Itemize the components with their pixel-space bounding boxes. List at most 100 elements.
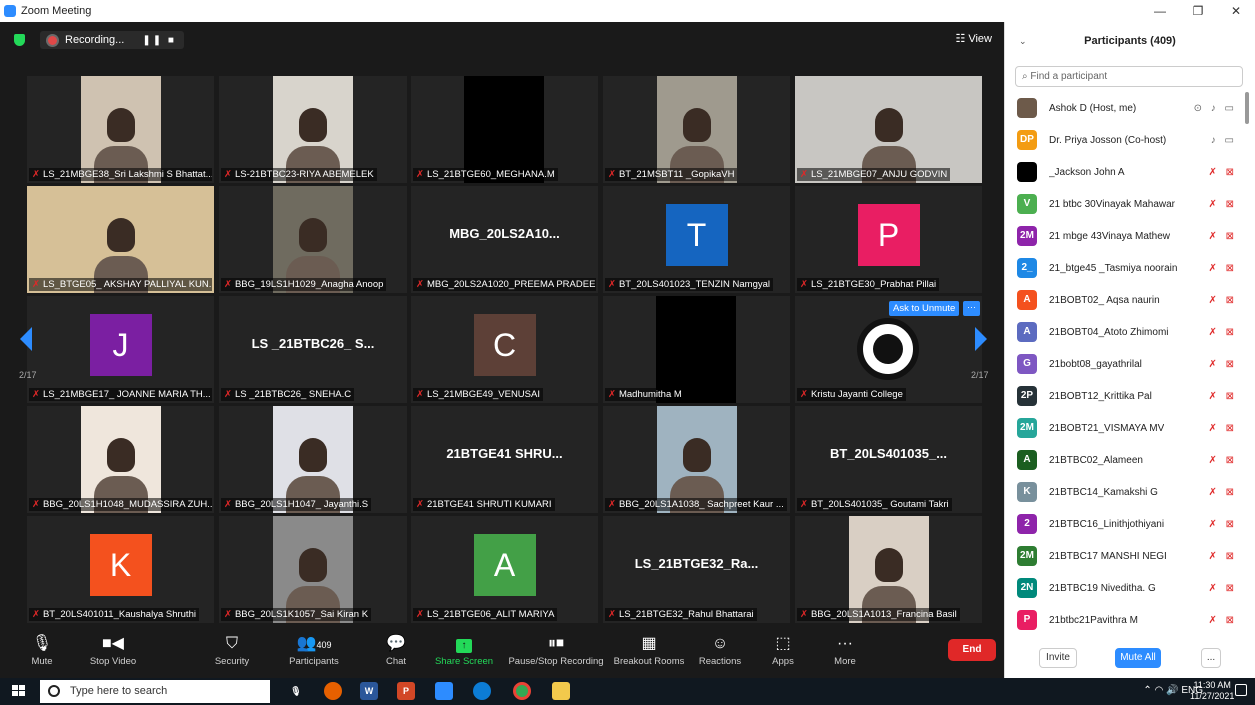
file-explorer-icon[interactable]	[552, 682, 570, 700]
participant-video-tile[interactable]: J ✗ LS_21MBGE17_ JOANNE MARIA TH...	[27, 296, 214, 403]
windows-start-icon[interactable]	[12, 685, 26, 698]
participant-video-tile[interactable]: ✗ BBG_20LS1A1013_Francina Basil	[795, 516, 982, 623]
chevron-down-icon[interactable]: ⌄	[1019, 22, 1027, 60]
participant-list-item[interactable]: 2M 21BTBC17 MANSHI NEGI ✗ ⊠	[1005, 540, 1245, 572]
participant-video-tile[interactable]: A ✗ LS_21BTGE06_ALIT MARIYA	[411, 516, 598, 623]
muted-mic-and-video-icon[interactable]: ✗ ⊠	[1208, 199, 1237, 210]
participant-video-tile[interactable]: C ✗ LS_21MBGE49_VENUSAI	[411, 296, 598, 403]
participant-list-item[interactable]: DP Dr. Priya Josson (Co-host) ♪ ▭	[1005, 124, 1245, 156]
participants-button[interactable]: 👥409 Participants	[285, 632, 343, 667]
participant-list-item[interactable]: 2N 21BTBC19 Niveditha. G ✗ ⊠	[1005, 572, 1245, 604]
participant-video-tile[interactable]: ✗ BBG_19LS1H1029_Anagha Anoop	[219, 186, 407, 293]
chat-button[interactable]: 💬 Chat	[382, 632, 410, 667]
mute-button[interactable]: 🎙 Mute	[28, 632, 56, 667]
microphone-tray-icon[interactable]: 🎙	[287, 682, 305, 700]
muted-mic-and-video-icon[interactable]: ✗ ⊠	[1208, 327, 1237, 338]
participant-list-item[interactable]: V 21 btbc 30Vinayak Mahawar ✗ ⊠	[1005, 188, 1245, 220]
participant-video-tile[interactable]: MBG_20LS2A10... ✗ MBG_20LS2A1020_PREEMA PR…	[411, 186, 598, 293]
prev-page-icon[interactable]	[20, 327, 32, 351]
reactions-button[interactable]: ☺ Reactions	[697, 632, 743, 667]
participant-video-tile[interactable]: ✗ LS_21MBGE07_ANJU GODVIN	[795, 76, 982, 183]
chrome-icon[interactable]	[513, 682, 531, 700]
invite-button[interactable]: Invite	[1039, 648, 1077, 668]
muted-mic-and-video-icon[interactable]: ✗ ⊠	[1208, 167, 1237, 178]
view-button[interactable]: ☷ View	[955, 32, 992, 45]
participant-video-tile[interactable]: BT_20LS401035_... ✗ BT_20LS401035_ Goutami…	[795, 406, 982, 513]
mic-and-video-icon[interactable]: ♪ ▭	[1211, 135, 1237, 146]
ask-to-unmute-button[interactable]: Ask to Unmute	[889, 301, 960, 316]
participant-video-tile[interactable]: K ✗ BT_20LS401011_Kaushalya Shruthi	[27, 516, 214, 623]
mic-and-video-icon[interactable]: ⊙ ♪ ▭	[1194, 103, 1237, 114]
participant-list-item[interactable]: 2M 21 mbge 43Vinaya Mathew ✗ ⊠	[1005, 220, 1245, 252]
participant-list-item[interactable]: A 21BOBT02_ Aqsa naurin ✗ ⊠	[1005, 284, 1245, 316]
muted-mic-and-video-icon[interactable]: ✗ ⊠	[1208, 455, 1237, 466]
share-screen-button[interactable]: ↑ Share Screen	[434, 632, 494, 667]
more-button[interactable]: ··· More	[830, 632, 860, 667]
participant-list-item[interactable]: A 21BTBC02_Alameen ✗ ⊠	[1005, 444, 1245, 476]
participant-video-tile[interactable]: LS _21BTBC26_ S... ✗ LS _21BTBC26_ SNEHA.C	[219, 296, 407, 403]
zoom-taskbar-icon[interactable]	[435, 682, 453, 700]
participant-list-item[interactable]: G 21bobt08_gayathrilal ✗ ⊠	[1005, 348, 1245, 380]
muted-mic-and-video-icon[interactable]: ✗ ⊠	[1208, 551, 1237, 562]
end-meeting-button[interactable]: End	[948, 639, 996, 661]
panel-more-button[interactable]: ...	[1201, 648, 1221, 668]
taskbar-clock[interactable]: 11:30 AM 11/27/2021	[1190, 680, 1234, 702]
security-button[interactable]: ⛉ Security	[212, 632, 252, 667]
mute-all-button[interactable]: Mute All	[1115, 648, 1161, 668]
participant-video-tile[interactable]: ✗ BBG_20LS1H1048_MUDASSIRA ZUH...	[27, 406, 214, 513]
participant-list-item[interactable]: P 21btbc21Pavithra M ✗ ⊠	[1005, 604, 1245, 636]
pause-stop-recording-button[interactable]: ⏸⏹ Pause/Stop Recording	[508, 632, 604, 667]
participant-video-tile[interactable]: P ✗ LS_21BTGE30_Prabhat Pillai	[795, 186, 982, 293]
notification-icon[interactable]	[1235, 684, 1247, 696]
participant-video-tile[interactable]: T ✗ BT_20LS401023_TENZIN Namgyal	[603, 186, 790, 293]
muted-mic-and-video-icon[interactable]: ✗ ⊠	[1208, 263, 1237, 274]
participant-list-item[interactable]: 2_ 21_btge45 _Tasmiya noorain ✗ ⊠	[1005, 252, 1245, 284]
muted-mic-and-video-icon[interactable]: ✗ ⊠	[1208, 615, 1237, 626]
edge-icon[interactable]	[473, 682, 491, 700]
muted-mic-and-video-icon[interactable]: ✗ ⊠	[1208, 487, 1237, 498]
participant-video-tile[interactable]: LS_21BTGE32_Ra... ✗ LS_21BTGE32_Rahul Bhat…	[603, 516, 790, 623]
participant-video-tile[interactable]: ✗ BBG_20LS1A1038_ Sachpreet Kaur ...	[603, 406, 790, 513]
word-icon[interactable]: W	[360, 682, 378, 700]
participant-list-item[interactable]: 2M 21BOBT21_VISMAYA MV ✗ ⊠	[1005, 412, 1245, 444]
participant-video-tile[interactable]: ✗ LS_21BTGE60_MEGHANA.M	[411, 76, 598, 183]
participant-video-tile[interactable]: ✗ LS-21BTBC23-RIYA ABEMELEK	[219, 76, 407, 183]
participant-video-tile[interactable]: ✗ BT_21MSBT11 _GopikaVH	[603, 76, 790, 183]
tile-more-button[interactable]: ···	[963, 301, 980, 316]
recording-controls[interactable]: ❚❚ ■	[142, 35, 176, 46]
firefox-icon[interactable]	[324, 682, 342, 700]
participant-video-tile[interactable]: ✗ LS_21MBGE38_Sri Lakshmi S Bhattat...	[27, 76, 214, 183]
participant-list-item[interactable]: Ashok D (Host, me) ⊙ ♪ ▭	[1005, 92, 1245, 124]
participant-video-tile[interactable]: ✗ LS_BTGE05_ AKSHAY PALLIYAL KUN...	[27, 186, 214, 293]
participant-list-item[interactable]: A 21BOBT04_Atoto Zhimomi ✗ ⊠	[1005, 316, 1245, 348]
muted-mic-and-video-icon[interactable]: ✗ ⊠	[1208, 391, 1237, 402]
restore-button[interactable]: ❐	[1179, 0, 1217, 22]
muted-mic-and-video-icon[interactable]: ✗ ⊠	[1208, 295, 1237, 306]
stop-video-button[interactable]: ■◀ Stop Video	[85, 632, 141, 667]
breakout-rooms-button[interactable]: ▦ Breakout Rooms	[612, 632, 686, 667]
participant-video-tile[interactable]: ✗ BBG_20LS1H1047_ Jayanthi.S	[219, 406, 407, 513]
muted-mic-and-video-icon[interactable]: ✗ ⊠	[1208, 423, 1237, 434]
muted-mic-and-video-icon[interactable]: ✗ ⊠	[1208, 359, 1237, 370]
wifi-icon[interactable]: ◠	[1155, 685, 1167, 696]
muted-mic-and-video-icon[interactable]: ✗ ⊠	[1208, 519, 1237, 530]
powerpoint-icon[interactable]: P	[397, 682, 415, 700]
security-shield-icon[interactable]	[14, 34, 25, 46]
next-page-icon[interactable]	[975, 327, 987, 351]
minimize-button[interactable]: —	[1141, 0, 1179, 22]
participant-video-tile[interactable]: ✗ BBG_20LS1K1057_Sai Kiran K	[219, 516, 407, 623]
muted-mic-and-video-icon[interactable]: ✗ ⊠	[1208, 583, 1237, 594]
participant-list-item[interactable]: _Jackson John A ✗ ⊠	[1005, 156, 1245, 188]
participant-list-item[interactable]: 2 21BTBC16_Linithjothiyani ✗ ⊠	[1005, 508, 1245, 540]
tray-up-icon[interactable]: ⌃	[1143, 685, 1154, 696]
participant-video-tile[interactable]: ✗ Madhumitha M	[603, 296, 790, 403]
taskbar-search-input[interactable]: Type here to search	[40, 680, 270, 703]
apps-button[interactable]: ⬚ Apps	[768, 632, 798, 667]
muted-mic-and-video-icon[interactable]: ✗ ⊠	[1208, 231, 1237, 242]
participant-list-item[interactable]: 2P 21BOBT12_Krittika Pal ✗ ⊠	[1005, 380, 1245, 412]
participant-list-item[interactable]: K 21BTBC14_Kamakshi G ✗ ⊠	[1005, 476, 1245, 508]
participant-scrollbar[interactable]	[1245, 92, 1249, 124]
participant-video-tile[interactable]: 21BTGE41 SHRU... ✗ 21BTGE41 SHRUTI KUMARI	[411, 406, 598, 513]
find-participant-input[interactable]: ⌕ Find a participant	[1015, 66, 1243, 87]
volume-icon[interactable]: 🔊	[1166, 685, 1181, 696]
